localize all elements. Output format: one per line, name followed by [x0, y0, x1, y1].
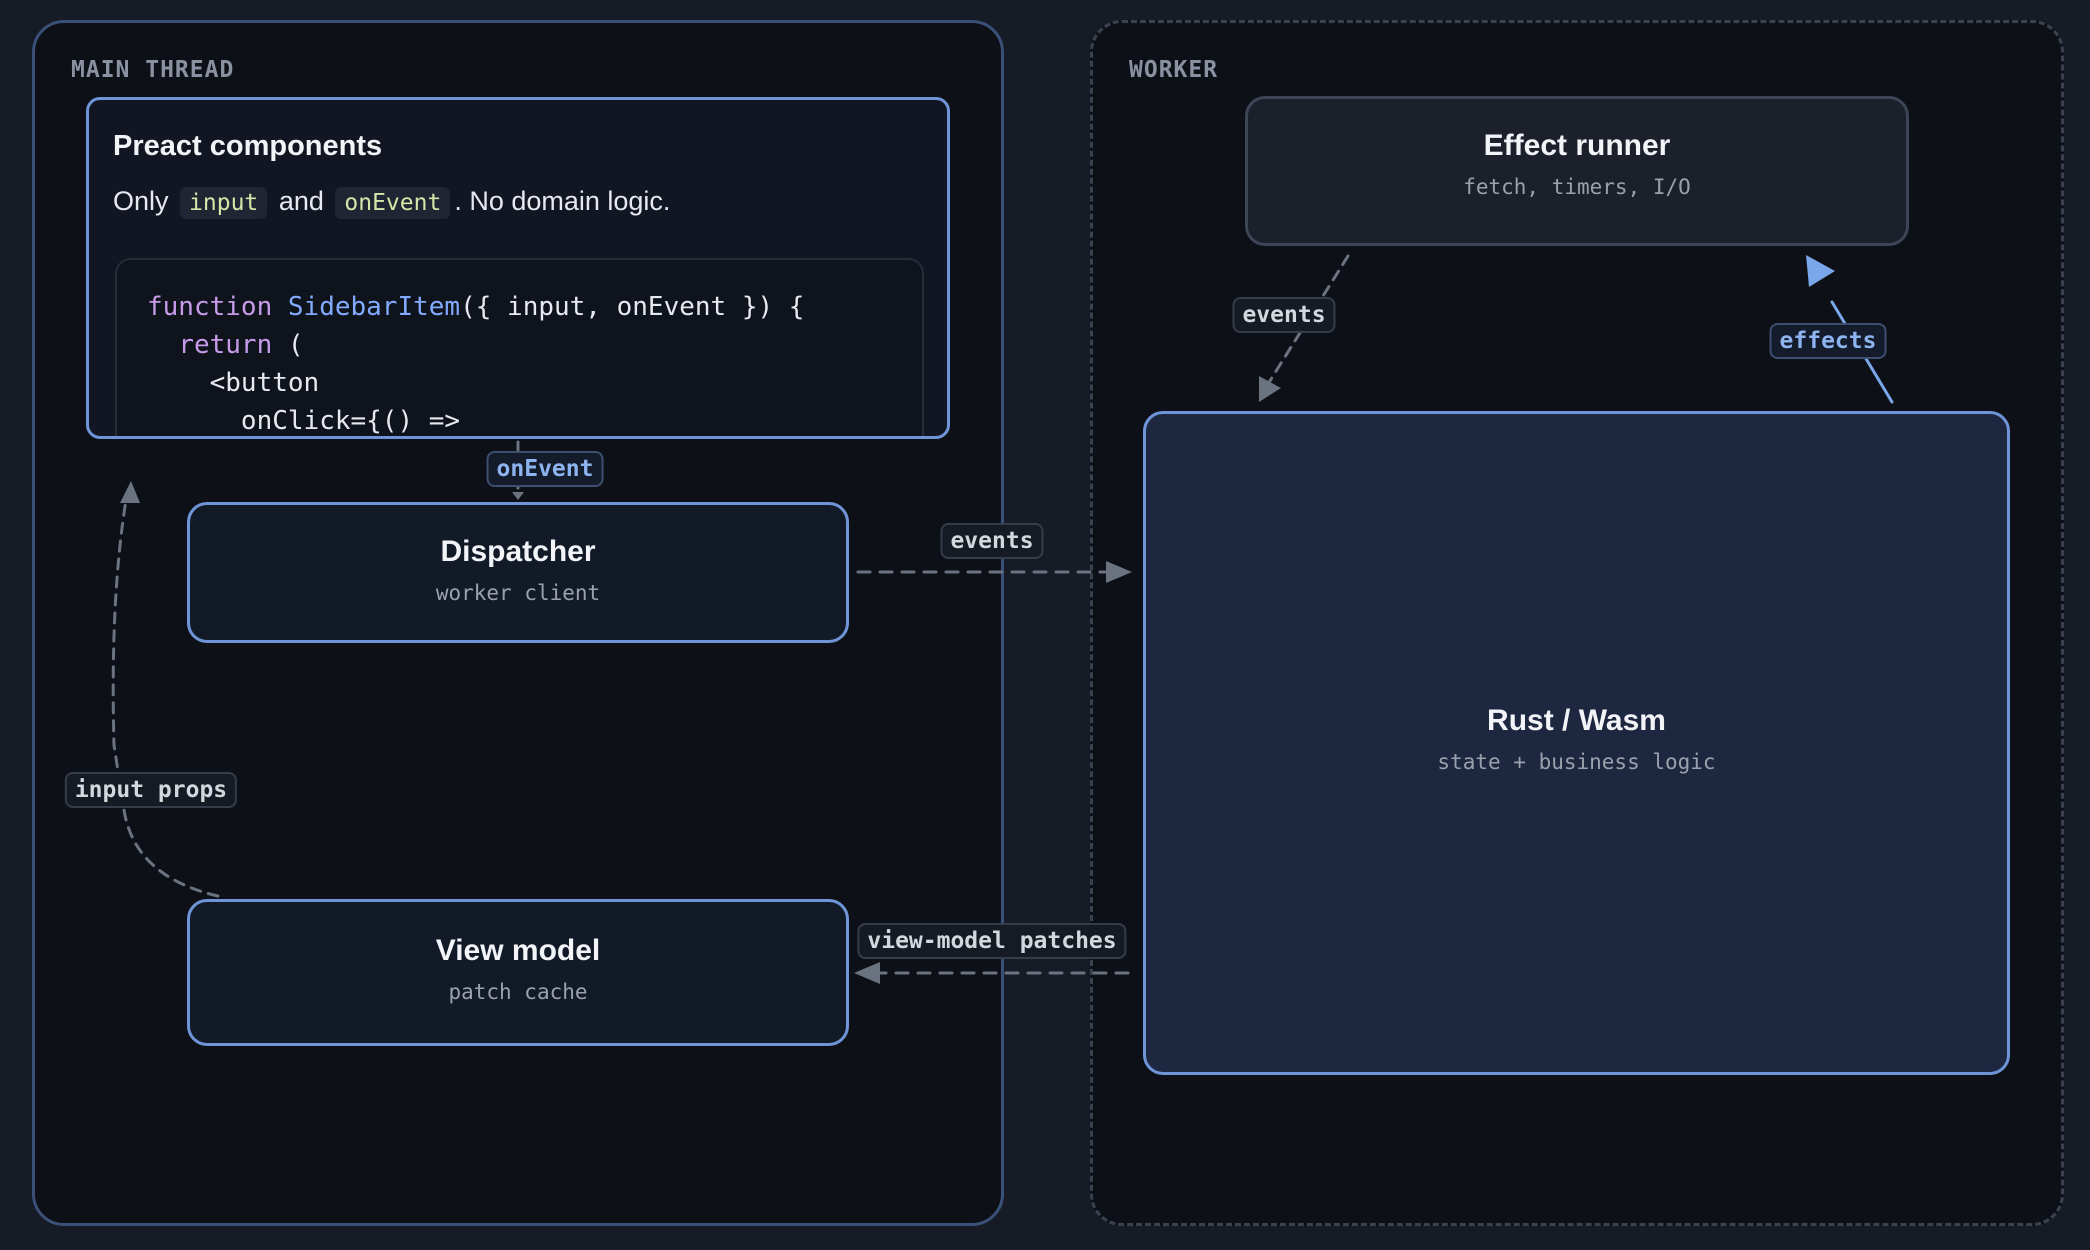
architecture-diagram: MAIN THREAD WORKER Preact components Onl… [0, 0, 2090, 1250]
effects-edge-label: effects [1769, 323, 1887, 359]
input-props-edge-label: input props [64, 772, 238, 808]
input-props-connector [111, 498, 220, 898]
onevent-arrowhead [512, 492, 524, 500]
input-props-arrowhead [120, 481, 140, 503]
view-model-patches-edge-label: view-model patches [857, 923, 1127, 959]
events-to-worker-arrowhead [1106, 561, 1132, 583]
connector-arrows [111, 254, 1894, 984]
events-edge-label: events [940, 523, 1044, 559]
view-model-patches-arrowhead [854, 962, 880, 984]
effects-arrowhead [1806, 255, 1835, 287]
events-from-effect-runner-edge-label: events [1232, 297, 1336, 333]
onevent-edge-label: onEvent [486, 451, 604, 487]
